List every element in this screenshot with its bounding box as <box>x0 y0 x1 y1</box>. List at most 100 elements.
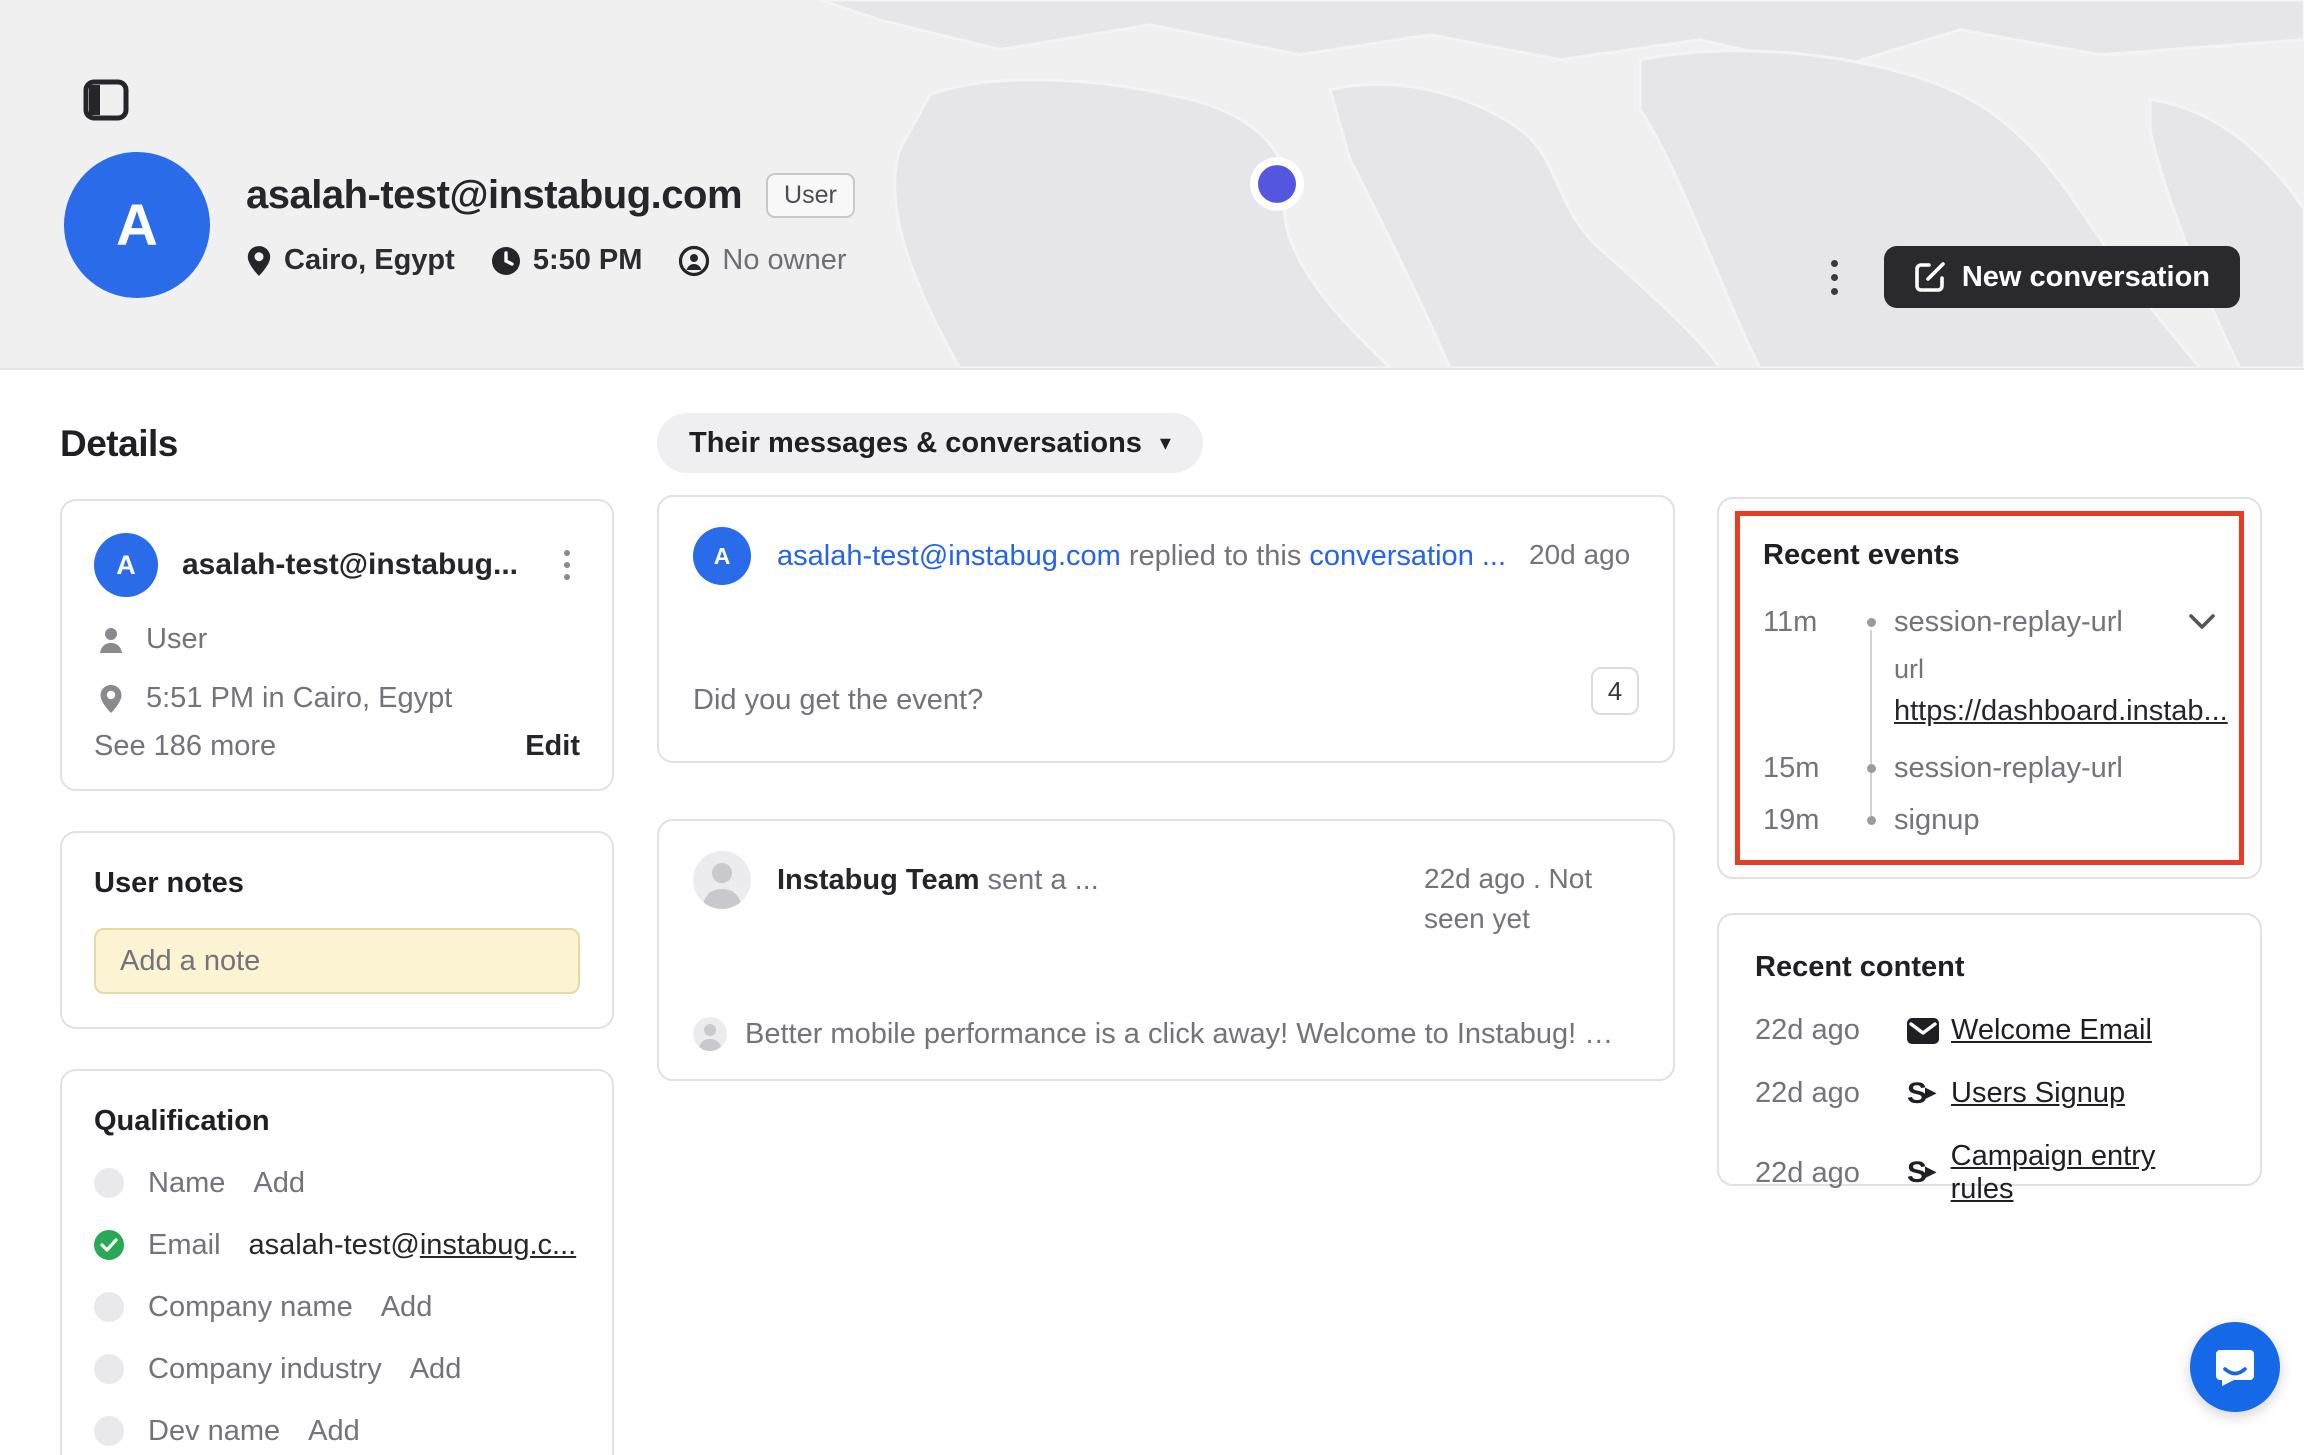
see-more-link[interactable]: See 186 more <box>94 730 276 763</box>
edit-link[interactable]: Edit <box>525 730 580 763</box>
checked-circle-icon <box>94 1230 124 1260</box>
owner-icon <box>678 245 710 277</box>
user-localtime-row: 5:51 PM in Cairo, Egypt <box>94 682 580 715</box>
event-row: 11m session-replay-url <box>1763 596 2220 648</box>
location-text: Cairo, Egypt <box>284 244 455 277</box>
session-replay-link[interactable]: https://dashboard.instab... <box>1894 695 2220 728</box>
content-row: 22d ago S▶ Campaign entry rules <box>1755 1140 2224 1206</box>
messenger-launcher-button[interactable] <box>2190 1322 2280 1412</box>
conversation-title: Instabug Team sent a ... <box>777 851 1424 901</box>
timestamp: 20d ago <box>1529 527 1639 575</box>
unchecked-circle-icon <box>94 1292 124 1322</box>
user-type-badge: User <box>766 173 855 218</box>
message-count-badge: 4 <box>1591 667 1639 715</box>
local-time-text: 5:50 PM <box>533 244 643 277</box>
content-row: 22d ago S▶ Users Signup <box>1755 1077 2224 1110</box>
header-more-menu-button[interactable] <box>1815 246 1854 308</box>
details-column: Details A asalah-test@instabug... User 5… <box>60 423 614 1455</box>
qualification-row-company-industry: Company industry Add <box>94 1352 580 1386</box>
qualification-card: Qualification Name Add Email asalah-test… <box>60 1069 614 1455</box>
compose-icon <box>1914 261 1946 293</box>
header-actions: New conversation <box>1815 246 2240 308</box>
user-hero: A asalah-test@instabug.com User Cairo, E… <box>64 152 855 298</box>
new-conversation-button[interactable]: New conversation <box>1884 246 2240 308</box>
message-preview: Better mobile performance is a click awa… <box>745 1018 1639 1051</box>
events-column: Recent events 11m session-replay-url url… <box>1717 497 2262 1186</box>
details-more-menu-button[interactable] <box>554 541 580 589</box>
local-time-meta: 5:50 PM <box>491 244 643 277</box>
conversation-title: asalah-test@instabug.com replied to this… <box>777 527 1529 577</box>
content-row: 22d ago Welcome Email <box>1755 1014 2224 1047</box>
message-preview: Did you get the event? <box>693 684 1567 717</box>
location-pin-icon <box>246 245 272 277</box>
placeholder-avatar <box>693 1017 727 1051</box>
add-company-industry-button[interactable]: Add <box>410 1353 462 1386</box>
page-title: asalah-test@instabug.com <box>246 173 742 218</box>
timeline-dot <box>1867 764 1876 773</box>
collapse-event-button[interactable] <box>2184 609 2220 635</box>
chevron-down-icon <box>2188 613 2216 631</box>
add-note-input[interactable] <box>94 928 580 994</box>
feed-filter-dropdown[interactable]: Their messages & conversations ▾ <box>657 413 1203 473</box>
conversation-card[interactable]: Instabug Team sent a ... 22d ago . Not s… <box>657 819 1675 1081</box>
owner-text: No owner <box>722 244 846 277</box>
conversation-link[interactable]: conversation ... <box>1309 540 1506 572</box>
qualification-row-dev-name: Dev name Add <box>94 1414 580 1448</box>
owner-meta: No owner <box>678 244 846 277</box>
recent-events-card: Recent events 11m session-replay-url url… <box>1717 497 2262 879</box>
messenger-bubble-icon <box>2212 1344 2258 1390</box>
avatar: A <box>64 152 210 298</box>
activity-column: Their messages & conversations ▾ A asala… <box>657 413 1675 1081</box>
chevron-down-icon: ▾ <box>1160 430 1171 456</box>
conversation-card[interactable]: A asalah-test@instabug.com replied to th… <box>657 495 1675 763</box>
email-link[interactable]: instabug.c... <box>420 1229 576 1261</box>
location-pin-icon <box>94 684 128 714</box>
qualification-row-company-name: Company name Add <box>94 1290 580 1324</box>
add-dev-name-button[interactable]: Add <box>308 1415 360 1448</box>
event-row: 15m session-replay-url <box>1763 742 2220 794</box>
profile-header: A asalah-test@instabug.com User Cairo, E… <box>0 0 2304 370</box>
avatar: A <box>693 527 751 585</box>
placeholder-avatar <box>693 851 751 909</box>
content-link[interactable]: Welcome Email <box>1951 1014 2152 1047</box>
user-name: asalah-test@instabug... <box>182 548 554 582</box>
qualification-heading: Qualification <box>94 1105 580 1138</box>
user-profile-page: A asalah-test@instabug.com User Cairo, E… <box>0 0 2304 1455</box>
user-localtime-text: 5:51 PM in Cairo, Egypt <box>146 682 452 715</box>
content-link[interactable]: Users Signup <box>1951 1077 2125 1110</box>
events-timeline: 11m session-replay-url url https://dashb… <box>1763 596 2220 846</box>
user-notes-card: User notes <box>60 831 614 1029</box>
timeline-dot <box>1867 816 1876 825</box>
content-link[interactable]: Campaign entry rules <box>1951 1140 2224 1206</box>
person-icon <box>94 626 128 654</box>
user-notes-heading: User notes <box>94 867 580 900</box>
series-icon: S▶ <box>1907 1079 1951 1109</box>
add-company-name-button[interactable]: Add <box>381 1291 433 1324</box>
recent-content-card: Recent content 22d ago Welcome Email 22d… <box>1717 913 2262 1186</box>
email-icon <box>1907 1018 1951 1044</box>
user-role-row: User <box>94 623 580 656</box>
map-marker-dot <box>1258 165 1296 203</box>
user-details-card: A asalah-test@instabug... User 5:51 PM i… <box>60 499 614 791</box>
recent-content-heading: Recent content <box>1755 951 2224 984</box>
location-meta: Cairo, Egypt <box>246 244 455 277</box>
unchecked-circle-icon <box>94 1416 124 1446</box>
sidebar-toggle-button[interactable] <box>80 76 132 124</box>
timeline-dot <box>1867 618 1876 627</box>
event-row: 19m signup <box>1763 794 2220 846</box>
recent-events-heading: Recent events <box>1763 539 2220 572</box>
panel-toggle-icon <box>83 79 129 121</box>
timestamp: 22d ago . Not seen yet <box>1424 851 1639 939</box>
details-heading: Details <box>60 423 614 465</box>
user-link[interactable]: asalah-test@instabug.com <box>777 540 1121 572</box>
avatar-letter: A <box>116 192 158 259</box>
clock-icon <box>491 246 521 276</box>
event-detail: url https://dashboard.instab... <box>1894 648 2220 742</box>
email-value: asalah-test@instabug.c... <box>249 1229 577 1262</box>
new-conversation-label: New conversation <box>1962 261 2210 294</box>
avatar: A <box>94 533 158 597</box>
qualification-row-email: Email asalah-test@instabug.c... <box>94 1228 580 1262</box>
qualification-row-name: Name Add <box>94 1166 580 1200</box>
add-name-button[interactable]: Add <box>253 1167 305 1200</box>
unchecked-circle-icon <box>94 1168 124 1198</box>
